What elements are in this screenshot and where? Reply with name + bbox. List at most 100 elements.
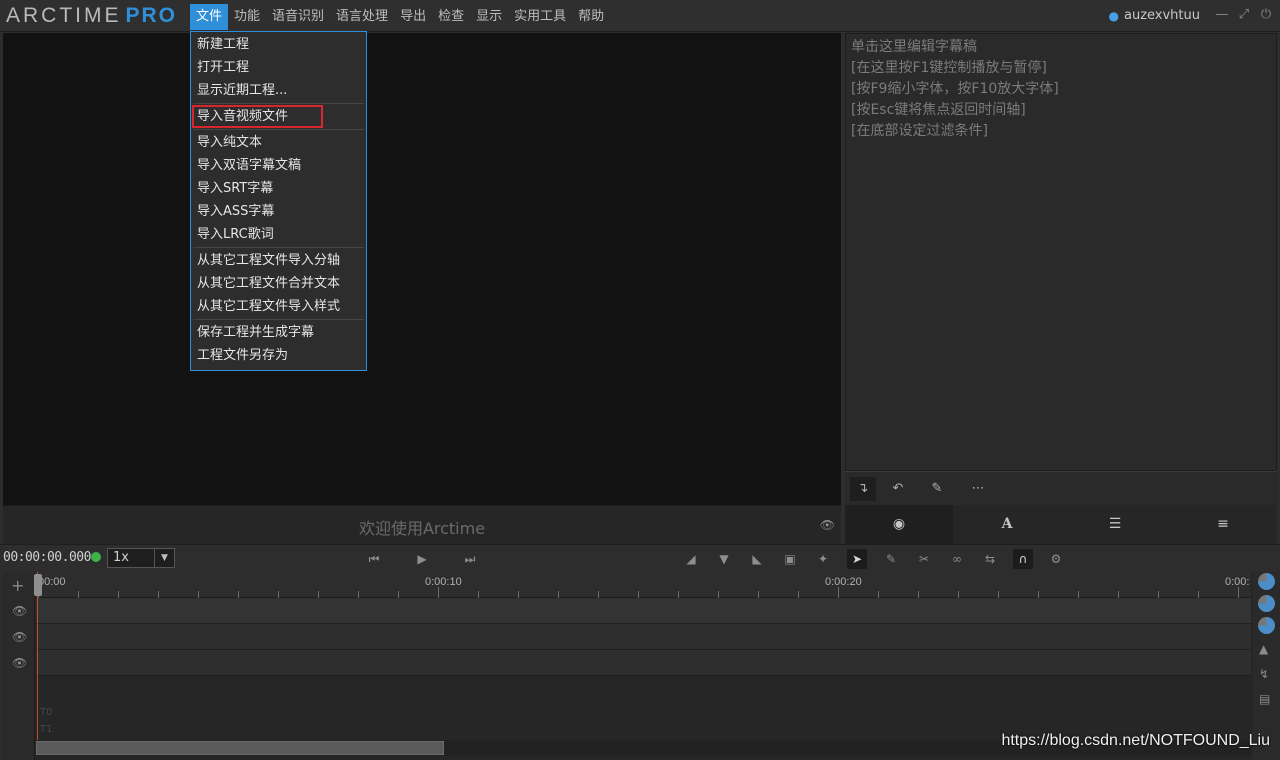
scrollbar-thumb[interactable]	[36, 741, 444, 755]
file-menu-item[interactable]: 工程文件另存为	[191, 344, 366, 367]
insert-icon[interactable]: ↴	[850, 477, 876, 501]
menu-item[interactable]: 功能	[228, 4, 266, 30]
ruler-tick	[958, 591, 959, 598]
file-menu-item[interactable]: 从其它工程文件导入分轴	[191, 249, 366, 272]
editor-line: [在这里按F1键控制播放与暂停]	[851, 60, 1047, 76]
playback-controls: 00:00:00.000 1x ▼ ⏮ ▶ ⏭ ◢ ▼ ◣ ▣ ✦ ➤ ✎ ✂ ∞…	[0, 544, 1280, 571]
play-icon[interactable]: ▶	[412, 549, 432, 569]
file-menu-item[interactable]: 从其它工程文件合并文本	[191, 272, 366, 295]
restore-icon[interactable]: ⤢	[1236, 7, 1252, 23]
file-menu-item[interactable]: 从其它工程文件导入样式	[191, 295, 366, 318]
editor-line: [按Esc键将焦点返回时间轴]	[851, 102, 1026, 118]
file-menu-item[interactable]: 显示近期工程...	[191, 79, 366, 102]
menu-item[interactable]: 语言处理	[330, 4, 394, 30]
undo-icon[interactable]: ↶	[885, 477, 911, 501]
menu-item[interactable]: 实用工具	[508, 4, 572, 30]
cursor-icon[interactable]: ➤	[847, 549, 867, 569]
edit-icon[interactable]: ✎	[881, 549, 901, 569]
skip-back-icon[interactable]: ⏮	[364, 549, 384, 569]
ruler-tick	[1118, 591, 1119, 598]
file-menu-item[interactable]: 导入双语字幕文稿	[191, 154, 366, 177]
ruler-tick	[998, 591, 999, 598]
power-icon[interactable]: ⏻	[1258, 7, 1274, 23]
file-menu-item[interactable]: 导入ASS字幕	[191, 200, 366, 223]
user-account[interactable]: ● auzexvhtuu	[1109, 8, 1201, 23]
file-menu-item[interactable]: 保存工程并生成字幕	[191, 321, 366, 344]
track-3[interactable]	[36, 650, 1251, 676]
subtitle-icon[interactable]: ▤	[1259, 692, 1270, 706]
playhead[interactable]	[37, 572, 38, 740]
camera-icon[interactable]: ▣	[780, 549, 800, 569]
speed-select[interactable]: 1x ▼	[107, 548, 175, 568]
file-menu-item[interactable]: 导入音视频文件	[192, 105, 323, 128]
eye-icon[interactable]: 👁	[12, 656, 27, 670]
swap-icon[interactable]: ⇆	[980, 549, 1000, 569]
track-1[interactable]	[36, 598, 1251, 624]
mark-down-icon[interactable]: ▼	[714, 549, 734, 569]
editor-line: [按F9缩小字体，按F10放大字体]	[851, 81, 1059, 97]
gear-icon[interactable]: ⚙	[1046, 549, 1066, 569]
minimize-icon[interactable]: —	[1214, 7, 1230, 23]
file-menu-item[interactable]: 新建工程	[191, 33, 366, 56]
menu-item[interactable]: 检查	[432, 4, 470, 30]
file-menu-dropdown: 新建工程 打开工程 显示近期工程... 导入音视频文件导入纯文本 导入双语字幕文稿 导入S…	[190, 31, 367, 371]
ruler-tick	[718, 591, 719, 598]
file-menu-item[interactable]: 打开工程	[191, 56, 366, 79]
more-icon[interactable]: ⋯	[965, 477, 991, 501]
ruler-tick	[798, 591, 799, 598]
font-icon[interactable]: A	[953, 505, 1061, 544]
waveform-icon[interactable]: ▲	[1259, 642, 1268, 656]
lightning-icon[interactable]: ↯	[1259, 667, 1269, 681]
eye-icon[interactable]: 👁	[12, 630, 27, 644]
magic-wand-icon[interactable]: ✦	[813, 549, 833, 569]
menu-item[interactable]: 帮助	[572, 4, 610, 30]
ruler-tick	[638, 591, 639, 598]
chat-icon[interactable]: ◉	[845, 505, 953, 544]
magnet-icon[interactable]: ∩	[1013, 549, 1033, 569]
app-logo: ARCTIME PRO	[6, 4, 178, 27]
ruler-tick	[838, 587, 839, 598]
ruler-tick	[158, 591, 159, 598]
menu-separator	[193, 129, 364, 130]
volume-knob[interactable]	[1258, 595, 1275, 612]
sliders-icon[interactable]: ≡	[1169, 505, 1277, 544]
username: auzexvhtuu	[1123, 8, 1200, 23]
menu-bar: ARCTIME PRO 文件 功能 语音识别 语言处理 导出 检查 显示 实用工具 帮助 ● au…	[0, 0, 1280, 32]
volume-knob[interactable]	[1258, 617, 1275, 634]
eye-icon[interactable]: 👁	[12, 604, 27, 618]
pencil-icon[interactable]: ✎	[924, 477, 950, 501]
file-menu-item[interactable]: 导入SRT字幕	[191, 177, 366, 200]
scissors-icon[interactable]: ✂	[914, 549, 934, 569]
track-label: T1	[40, 724, 53, 735]
menu-item[interactable]: 语音识别	[266, 4, 330, 30]
video-status-bar: 欢迎使用Arctime 👁	[3, 505, 841, 544]
track-label: T0	[40, 707, 53, 718]
file-menu-item[interactable]: 导入纯文本	[191, 131, 366, 154]
mark-out-icon[interactable]: ◣	[747, 549, 767, 569]
mark-in-icon[interactable]: ◢	[681, 549, 701, 569]
menu-item[interactable]: 导出	[394, 4, 432, 30]
ruler-tick	[1238, 587, 1239, 598]
playhead-handle[interactable]	[34, 574, 42, 596]
ruler-tick	[318, 591, 319, 598]
menu-item[interactable]: 文件	[190, 4, 229, 30]
ruler-tick	[198, 591, 199, 598]
welcome-text: 欢迎使用Arctime	[358, 519, 486, 538]
list-icon[interactable]: ☰	[1061, 505, 1169, 544]
volume-knob[interactable]	[1258, 573, 1275, 590]
skip-forward-icon[interactable]: ⏭	[460, 549, 480, 569]
video-preview[interactable]	[3, 33, 841, 505]
ruler-tick	[278, 591, 279, 598]
subtitle-editor[interactable]: 单击这里编辑字幕稿 [在这里按F1键控制播放与暂停] [按F9缩小字体，按F10放大…	[845, 33, 1277, 471]
link-icon[interactable]: ∞	[947, 549, 967, 569]
track-2[interactable]	[36, 624, 1251, 650]
file-menu-item[interactable]: 导入LRC歌词	[191, 223, 366, 246]
menu-item[interactable]: 显示	[470, 4, 508, 30]
add-track-icon[interactable]: +	[11, 576, 24, 595]
ruler-tick	[238, 591, 239, 598]
eye-icon[interactable]: 👁	[820, 518, 835, 532]
user-icon: ●	[1108, 8, 1119, 23]
time-ruler[interactable]: 00:00 0:00:10 0:00:20 0:00:	[36, 572, 1251, 598]
main-menu: 文件 功能 语音识别 语言处理 导出 检查 显示 实用工具 帮助	[190, 4, 610, 30]
chevron-down-icon[interactable]: ▼	[154, 549, 174, 567]
